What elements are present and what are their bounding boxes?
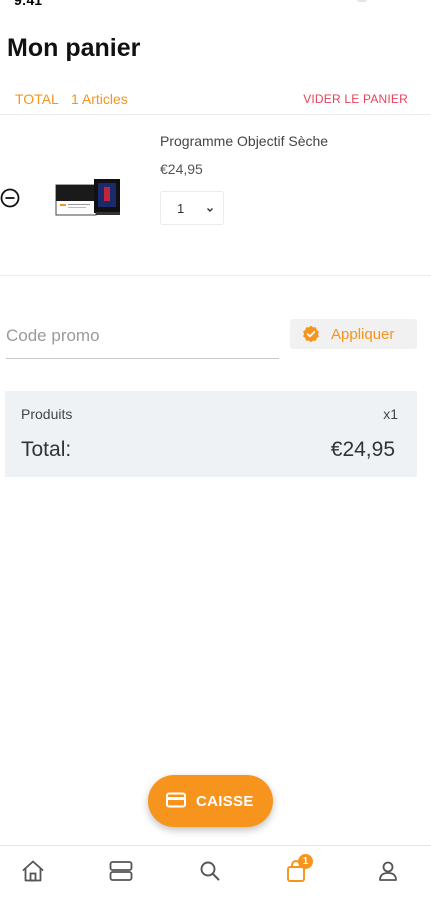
chevron-down-icon xyxy=(205,202,215,220)
order-summary: Produits x1 Total: €24,95 xyxy=(5,391,417,477)
total-value: €24,95 xyxy=(330,438,395,461)
remove-item-icon[interactable] xyxy=(0,188,20,208)
bottom-nav: 1 xyxy=(0,845,431,900)
product-image[interactable] xyxy=(54,179,120,217)
badge-check-icon xyxy=(302,325,320,343)
status-indicator xyxy=(357,0,367,2)
account-icon[interactable] xyxy=(375,858,401,884)
products-count: x1 xyxy=(383,406,398,422)
quantity-value: 1 xyxy=(177,201,185,216)
total-label: Total: xyxy=(21,438,72,461)
checkout-label: CAISSE xyxy=(196,793,254,810)
promo-code-input[interactable] xyxy=(6,313,279,359)
summary-total-label: TOTAL xyxy=(15,91,59,107)
cart-summary: TOTAL 1 Articles VIDER LE PANIER xyxy=(0,89,431,113)
checkout-button[interactable]: CAISSE xyxy=(148,775,273,827)
product-price: €24,95 xyxy=(160,161,203,177)
clear-cart-button[interactable]: VIDER LE PANIER xyxy=(303,92,408,106)
status-time: 9:41 xyxy=(14,0,43,8)
divider xyxy=(0,275,431,276)
apply-promo-label: Appliquer xyxy=(331,326,395,343)
credit-card-icon xyxy=(166,792,186,813)
categories-icon[interactable] xyxy=(108,858,134,884)
search-icon[interactable] xyxy=(197,858,223,884)
home-icon[interactable] xyxy=(20,858,46,884)
status-bar: 9:41 xyxy=(0,0,431,10)
page-title: Mon panier xyxy=(7,34,141,62)
quantity-select[interactable]: 1 xyxy=(160,191,224,225)
products-label: Produits xyxy=(21,406,73,422)
cart-count-badge: 1 xyxy=(298,854,313,869)
summary-article-count: 1 Articles xyxy=(71,91,128,107)
cart-icon[interactable]: 1 xyxy=(283,854,313,884)
apply-promo-button[interactable]: Appliquer xyxy=(290,319,417,349)
product-name[interactable]: Programme Objectif Sèche xyxy=(160,133,328,149)
cart-item: Programme Objectif Sèche €24,95 1 xyxy=(0,115,431,275)
